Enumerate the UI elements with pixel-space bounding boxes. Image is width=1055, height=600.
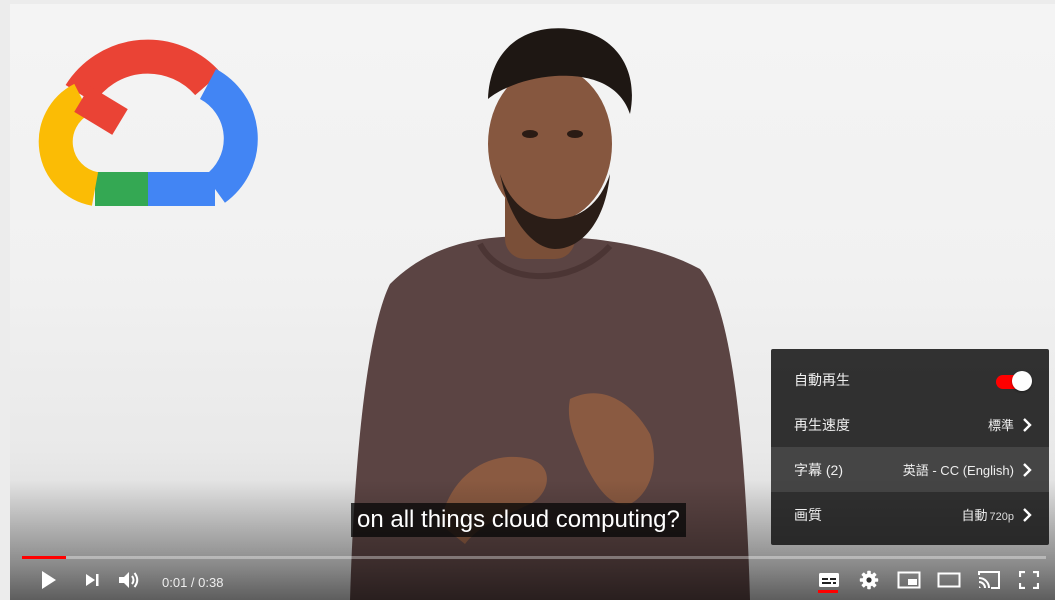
- progress-played: [22, 556, 67, 559]
- next-icon: [84, 572, 100, 593]
- volume-icon: [118, 570, 142, 595]
- player-controls: 0:01 / 0:38: [10, 564, 1055, 600]
- google-cloud-logo: [38, 39, 258, 206]
- chevron-right-icon: [1022, 417, 1034, 432]
- autoplay-toggle[interactable]: [994, 369, 1034, 391]
- miniplayer-button[interactable]: [889, 564, 929, 600]
- miniplayer-icon: [897, 571, 921, 594]
- menu-item-quality[interactable]: 画質 自動 720p: [771, 492, 1049, 537]
- gear-icon: [859, 570, 879, 595]
- menu-item-value: 英語 - CC (English): [902, 463, 1014, 478]
- settings-button[interactable]: [849, 564, 889, 600]
- volume-button[interactable]: [110, 564, 150, 600]
- quality-resolution: 720p: [989, 511, 1014, 523]
- cast-icon: [977, 570, 1001, 595]
- fullscreen-icon: [1018, 570, 1040, 594]
- menu-item-subtitles[interactable]: 字幕 (2) 英語 - CC (English): [771, 447, 1049, 492]
- video-player[interactable]: on all things cloud computing? 自動再生 再生速度…: [10, 4, 1055, 600]
- menu-item-value: 標準: [987, 418, 1014, 433]
- fullscreen-button[interactable]: [1009, 564, 1049, 600]
- subtitle-caption: on all things cloud computing?: [351, 503, 686, 537]
- menu-item-label: 再生速度: [794, 416, 850, 433]
- chevron-right-icon: [1022, 462, 1034, 477]
- cast-button[interactable]: [969, 564, 1009, 600]
- menu-item-label: 自動再生: [794, 371, 850, 388]
- theater-icon: [937, 572, 961, 593]
- toggle-knob: [1012, 370, 1032, 391]
- menu-item-autoplay[interactable]: 自動再生: [771, 357, 1049, 402]
- subtitles-active-indicator: [818, 590, 838, 593]
- subtitles-button[interactable]: [809, 564, 849, 600]
- menu-item-label: 字幕 (2): [794, 461, 843, 478]
- settings-menu: 自動再生 再生速度 標準 字幕 (2) 英語 - CC (English) 画質…: [771, 349, 1049, 545]
- menu-item-label: 画質: [794, 506, 822, 523]
- menu-item-playback-speed[interactable]: 再生速度 標準: [771, 402, 1049, 447]
- play-button[interactable]: [24, 564, 74, 600]
- time-display: 0:01 / 0:38: [162, 574, 224, 590]
- theater-mode-button[interactable]: [929, 564, 969, 600]
- next-button[interactable]: [74, 564, 110, 600]
- play-icon: [40, 570, 58, 595]
- menu-item-value: 自動 720p: [962, 505, 1015, 524]
- chevron-right-icon: [1022, 507, 1034, 522]
- quality-mode: 自動: [961, 508, 988, 523]
- progress-bar[interactable]: [22, 556, 1046, 559]
